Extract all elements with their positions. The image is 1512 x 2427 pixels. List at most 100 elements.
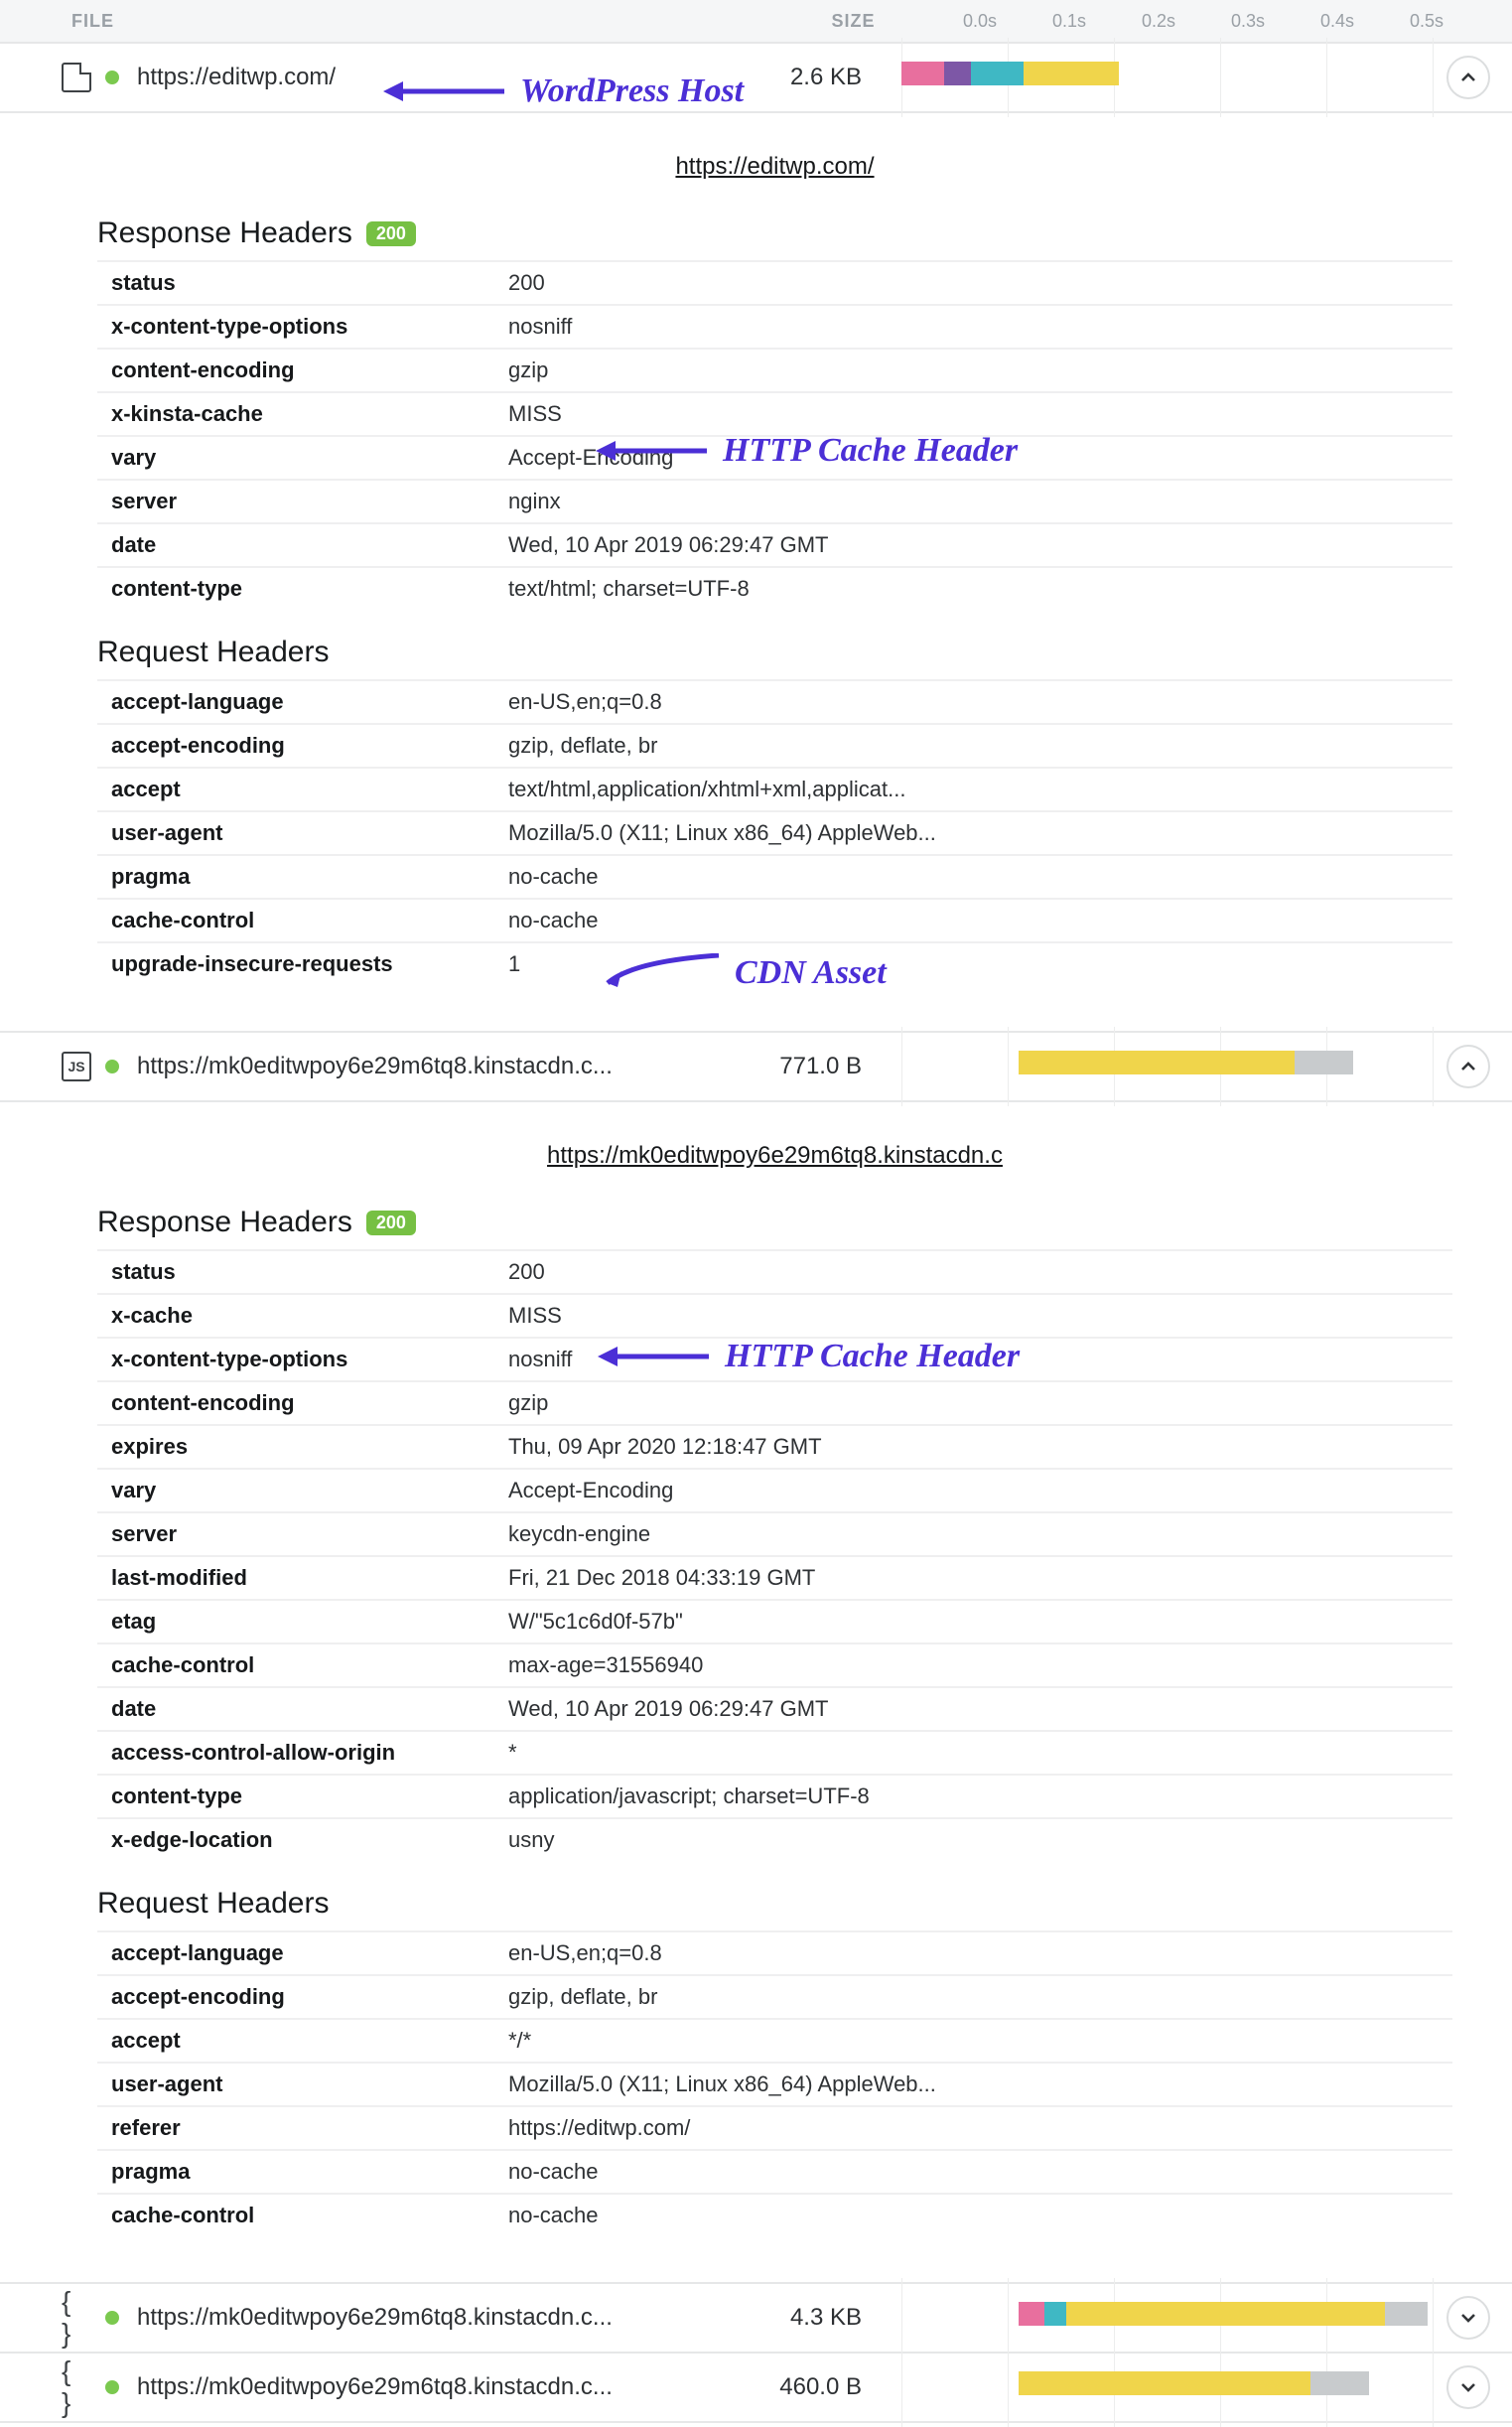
header-row: dateWed, 10 Apr 2019 06:29:47 GMT — [97, 523, 1452, 567]
header-key: user-agent — [97, 811, 494, 855]
headers-table: status200x-cacheMISSx-content-type-optio… — [97, 1249, 1452, 1861]
header-value: no-cache — [494, 2150, 1452, 2194]
request-size: 460.0 B — [733, 2373, 901, 2401]
status-dot-ok — [105, 2311, 119, 2325]
response-headers-title: Response Headers200 — [97, 1206, 1452, 1239]
header-row: varyAccept-Encoding — [97, 1469, 1452, 1512]
header-value: en-US,en;q=0.8 — [494, 1931, 1452, 1975]
header-row: content-typetext/html; charset=UTF-8 — [97, 567, 1452, 610]
expand-button[interactable] — [1446, 2296, 1490, 2340]
header-value: Accept-Encoding — [494, 1469, 1452, 1512]
header-value: nginx — [494, 480, 1452, 523]
request-row[interactable]: https://editwp.com/2.6 KB — [0, 44, 1512, 113]
headers-table: status200x-content-type-optionsnosniffco… — [97, 260, 1452, 610]
request-row[interactable]: JShttps://mk0editwpoy6e29m6tq8.kinstacdn… — [0, 1033, 1512, 1102]
header-key: server — [97, 1512, 494, 1556]
header-key: cache-control — [97, 899, 494, 942]
request-url: https://editwp.com/ — [137, 64, 733, 91]
header-value: usny — [494, 1818, 1452, 1861]
collapse-button[interactable] — [1446, 1045, 1490, 1088]
column-header: FILESIZE0.0s0.1s0.2s0.3s0.4s0.5s — [0, 0, 1512, 44]
header-row: status200 — [97, 261, 1452, 305]
waterfall-segment — [1385, 2302, 1428, 2326]
braces-icon: { } — [62, 2303, 91, 2333]
header-key: referer — [97, 2106, 494, 2150]
header-value: no-cache — [494, 855, 1452, 899]
header-value: no-cache — [494, 2194, 1452, 2236]
request-size: 4.3 KB — [733, 2304, 901, 2332]
header-key: pragma — [97, 2150, 494, 2194]
status-dot-ok — [105, 2380, 119, 2394]
header-row: etagW/"5c1c6d0f-57b" — [97, 1600, 1452, 1643]
header-value: Thu, 09 Apr 2020 12:18:47 GMT — [494, 1425, 1452, 1469]
header-key: content-type — [97, 1775, 494, 1818]
tick-label: 0.0s — [950, 11, 1010, 32]
header-key: x-kinsta-cache — [97, 392, 494, 436]
status-dot-ok — [105, 1060, 119, 1073]
header-row: last-modifiedFri, 21 Dec 2018 04:33:19 G… — [97, 1556, 1452, 1600]
header-key: content-type — [97, 567, 494, 610]
header-row: access-control-allow-origin* — [97, 1731, 1452, 1775]
header-value: Wed, 10 Apr 2019 06:29:47 GMT — [494, 523, 1452, 567]
header-value: Wed, 10 Apr 2019 06:29:47 GMT — [494, 1687, 1452, 1731]
collapse-button[interactable] — [1446, 56, 1490, 99]
header-key: vary — [97, 436, 494, 480]
waterfall-cell — [901, 2371, 1433, 2403]
request-row[interactable]: { } https://mk0editwpoy6e29m6tq8.kinstacd… — [0, 2284, 1512, 2354]
detail-url[interactable]: https://mk0editwpoy6e29m6tq8.kinstacdn.c — [97, 1142, 1452, 1170]
waterfall-segment — [1024, 62, 1119, 85]
header-key: user-agent — [97, 2063, 494, 2106]
waterfall-segment — [1310, 2371, 1369, 2395]
header-value: application/javascript; charset=UTF-8 — [494, 1775, 1452, 1818]
request-headers-title: Request Headers — [97, 636, 1452, 669]
header-value: Fri, 21 Dec 2018 04:33:19 GMT — [494, 1556, 1452, 1600]
waterfall-segment — [944, 62, 971, 85]
header-row: x-cacheMISS — [97, 1294, 1452, 1338]
header-row: accepttext/html,application/xhtml+xml,ap… — [97, 768, 1452, 811]
header-value: nosniff — [494, 305, 1452, 349]
waterfall-cell — [901, 1051, 1433, 1082]
header-key: pragma — [97, 855, 494, 899]
waterfall-segment — [901, 62, 944, 85]
waterfall-segment — [1019, 2302, 1045, 2326]
header-row: accept-languageen-US,en;q=0.8 — [97, 1931, 1452, 1975]
header-value: Accept-Encoding — [494, 436, 1452, 480]
request-url: https://mk0editwpoy6e29m6tq8.kinstacdn.c… — [137, 2304, 733, 2332]
header-value: */* — [494, 2019, 1452, 2063]
document-icon — [62, 63, 91, 92]
waterfall-segment — [1044, 2302, 1065, 2326]
detail-url[interactable]: https://editwp.com/ — [97, 153, 1452, 181]
tick-label: 0.1s — [1039, 11, 1099, 32]
header-row: upgrade-insecure-requests1 — [97, 942, 1452, 985]
header-value: gzip — [494, 1381, 1452, 1425]
header-value: 1 — [494, 942, 1452, 985]
header-row: refererhttps://editwp.com/ — [97, 2106, 1452, 2150]
request-row[interactable]: { }https://mk0editwpoy6e29m6tq8.kinstacd… — [0, 2354, 1512, 2423]
header-key: x-content-type-options — [97, 1338, 494, 1381]
header-key: accept-encoding — [97, 1975, 494, 2019]
header-key: date — [97, 523, 494, 567]
expand-button[interactable] — [1446, 2365, 1490, 2409]
waterfall-segment — [971, 62, 1025, 85]
detail-panel: https://editwp.com/Response Headers200st… — [0, 113, 1512, 1033]
header-key: cache-control — [97, 1643, 494, 1687]
braces-icon: { } — [62, 2372, 91, 2402]
header-key: server — [97, 480, 494, 523]
header-row: dateWed, 10 Apr 2019 06:29:47 GMT — [97, 1687, 1452, 1731]
header-value: nosniff — [494, 1338, 1452, 1381]
header-key: accept — [97, 768, 494, 811]
header-row: serverkeycdn-engine — [97, 1512, 1452, 1556]
header-value: text/html,application/xhtml+xml,applicat… — [494, 768, 1452, 811]
header-row: user-agentMozilla/5.0 (X11; Linux x86_64… — [97, 811, 1452, 855]
column-size-label: SIZE — [756, 11, 950, 32]
header-key: accept-language — [97, 680, 494, 724]
status-badge: 200 — [366, 221, 416, 246]
header-key: last-modified — [97, 1556, 494, 1600]
header-row: content-typeapplication/javascript; char… — [97, 1775, 1452, 1818]
status-badge: 200 — [366, 1211, 416, 1235]
waterfall-segment — [1019, 2371, 1310, 2395]
header-row: accept-encodinggzip, deflate, br — [97, 1975, 1452, 2019]
waterfall-cell — [901, 2302, 1433, 2334]
header-key: vary — [97, 1469, 494, 1512]
header-row: content-encodinggzip — [97, 349, 1452, 392]
